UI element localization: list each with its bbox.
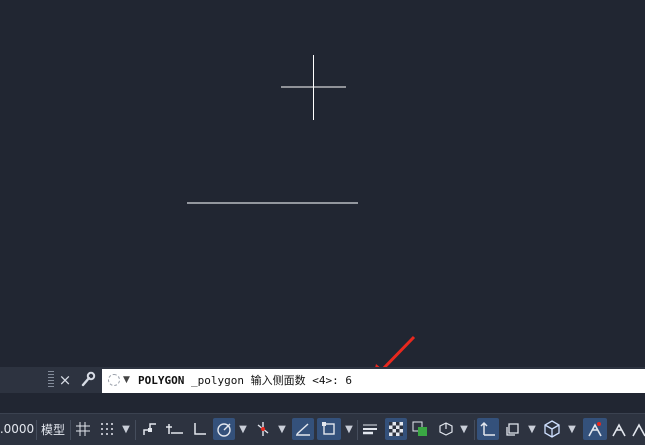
snap-grid-icon[interactable] (98, 418, 116, 440)
annotation-scale-icon[interactable] (477, 418, 499, 440)
chevron-down-icon[interactable]: ▼ (566, 418, 578, 440)
chevron-down-icon[interactable]: ▼ (458, 418, 470, 440)
divider (36, 420, 37, 440)
workspace-icon[interactable] (502, 418, 524, 440)
3d-osnap-icon[interactable] (317, 418, 341, 440)
command-line: × ▼ POLYGON _polygon 输入侧面数 <4>: 6 (0, 367, 645, 393)
drawing-canvas[interactable] (0, 0, 645, 367)
chevron-down-icon[interactable]: ▼ (276, 418, 288, 440)
osnap-track-icon[interactable] (253, 418, 273, 440)
wrench-icon[interactable] (80, 370, 96, 393)
command-prompt-text: _polygon 输入侧面数 <4>: (184, 374, 346, 387)
canvas-drawing (187, 55, 358, 204)
command-keyword: POLYGON (138, 374, 185, 387)
command-input[interactable]: ▼ POLYGON _polygon 输入侧面数 <4>: 6 (102, 369, 645, 393)
dynamic-input-icon[interactable] (292, 418, 314, 440)
divider (474, 420, 475, 440)
auto-scale-icon[interactable] (631, 418, 645, 440)
close-icon[interactable]: × (58, 370, 72, 390)
zoom-readout[interactable]: .0000 (0, 418, 34, 440)
dynamic-ucs-icon[interactable] (164, 418, 186, 440)
lineweight-icon[interactable] (360, 418, 380, 440)
polar-icon[interactable] (213, 418, 235, 440)
status-bar: .0000 模型 ▼ ▼ ▼ ▼ ▼ ▼ ▼ (0, 413, 645, 445)
annotation-visibility-icon[interactable] (609, 418, 629, 440)
chevron-down-icon[interactable]: ▼ (120, 418, 132, 440)
chevron-down-icon[interactable]: ▼ (123, 371, 130, 389)
drag-grip[interactable] (48, 371, 54, 389)
chevron-down-icon[interactable]: ▼ (526, 418, 538, 440)
divider (70, 420, 71, 440)
divider (135, 420, 136, 440)
grid-icon[interactable] (74, 418, 92, 440)
customize-icon[interactable] (583, 418, 607, 440)
divider (357, 420, 358, 440)
selection-cycling-icon[interactable] (410, 418, 430, 440)
chevron-down-icon[interactable]: ▼ (237, 418, 249, 440)
isolate-icon[interactable] (434, 418, 456, 440)
view-cube-icon[interactable] (541, 418, 563, 440)
command-input-value[interactable]: 6 (345, 374, 352, 387)
transparency-icon[interactable] (385, 418, 407, 440)
ortho-icon[interactable] (190, 418, 210, 440)
chevron-down-icon[interactable]: ▼ (343, 418, 355, 440)
model-tab[interactable]: 模型 (38, 418, 68, 440)
recent-commands-icon[interactable] (108, 374, 120, 386)
command-prompt: POLYGON _polygon 输入侧面数 <4>: 6 (138, 373, 352, 389)
infer-icon[interactable] (140, 418, 160, 440)
